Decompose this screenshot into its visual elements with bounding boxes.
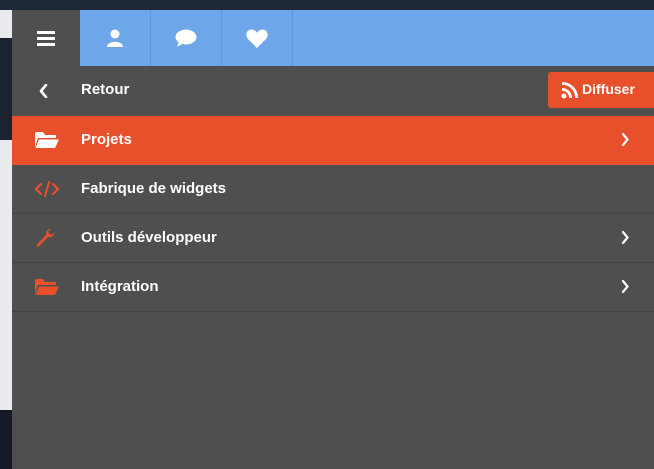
user-icon xyxy=(106,29,124,47)
menu-item-fabrique-de-widgets[interactable]: Fabrique de widgets xyxy=(12,165,654,214)
wrench-icon xyxy=(34,228,60,248)
menu-item-integration[interactable]: Intégration xyxy=(12,263,654,312)
hamburger-menu-icon xyxy=(37,30,55,46)
chevron-right-icon xyxy=(621,230,629,249)
chevron-left-icon xyxy=(39,83,48,103)
menu-header: Retour Diffuser xyxy=(12,66,654,116)
broadcast-label: Diffuser xyxy=(582,81,635,97)
top-icon-bar xyxy=(12,10,654,66)
back-label: Retour xyxy=(81,81,130,98)
chevron-right-icon xyxy=(621,132,629,151)
tab-user[interactable] xyxy=(80,10,151,66)
tab-messages[interactable] xyxy=(151,10,222,66)
menu-item-outils-developpeur[interactable]: Outils développeur xyxy=(12,214,654,263)
menu-toggle-button[interactable] xyxy=(12,10,80,66)
background-page xyxy=(0,410,12,469)
chevron-right-icon xyxy=(621,279,629,298)
folder-open-icon xyxy=(34,277,60,297)
heart-icon xyxy=(246,28,268,48)
menu-item-label: Outils développeur xyxy=(81,229,217,246)
code-icon xyxy=(34,179,60,199)
side-menu-panel: Retour Diffuser Projets Fabrique de widg… xyxy=(12,10,654,469)
broadcast-button[interactable]: Diffuser xyxy=(548,72,654,108)
menu-list: Projets Fabrique de widgets Outils dével… xyxy=(12,116,654,312)
menu-item-label: Intégration xyxy=(81,278,159,295)
background-page xyxy=(0,10,12,38)
menu-item-label: Fabrique de widgets xyxy=(81,180,227,197)
background-page xyxy=(0,140,12,410)
back-button[interactable]: Retour xyxy=(12,66,312,116)
menu-item-label: Projets xyxy=(81,131,132,148)
folder-open-icon xyxy=(34,130,60,150)
rss-icon xyxy=(561,82,578,104)
background-strip xyxy=(0,0,654,10)
menu-item-projets[interactable]: Projets xyxy=(12,116,654,165)
chat-bubble-icon xyxy=(175,29,197,47)
tab-favorites[interactable] xyxy=(222,10,293,66)
